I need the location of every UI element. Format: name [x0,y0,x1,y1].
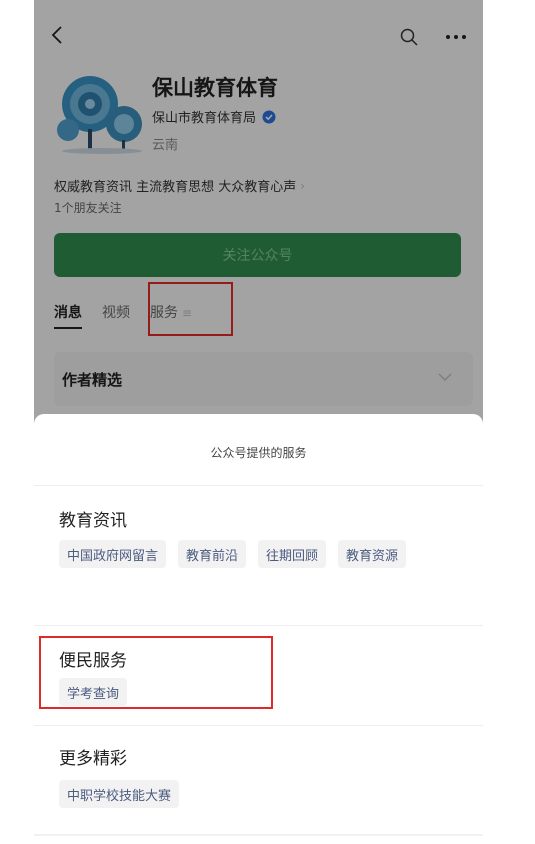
service-chip[interactable]: 往期回顾 [258,540,327,568]
dim-overlay[interactable] [34,0,483,430]
chips-more: 中职学校技能大赛 [59,780,419,808]
divider [34,485,483,486]
section-title-education-news: 教育资讯 [59,511,127,531]
phone-screen: 保山教育体育 保山市教育体育局 云南 权威教育资讯 主流教育思想 大众教育心声 … [34,0,483,836]
service-chip[interactable]: 中职学校技能大赛 [59,780,180,808]
service-chip[interactable]: 教育资源 [338,540,407,568]
section-title-more: 更多精彩 [59,749,127,769]
highlight-box-convenience [39,636,273,709]
divider [34,625,483,626]
sheet-title: 公众号提供的服务 [210,446,307,460]
services-sheet: 公众号提供的服务 教育资讯 中国政府网留言 教育前沿 往期回顾 教育资源 便民服… [34,414,483,834]
service-chip[interactable]: 教育前沿 [178,540,247,568]
divider [34,725,483,726]
chips-education-news: 中国政府网留言 教育前沿 往期回顾 教育资源 [59,540,419,568]
service-chip[interactable]: 中国政府网留言 [59,540,167,568]
